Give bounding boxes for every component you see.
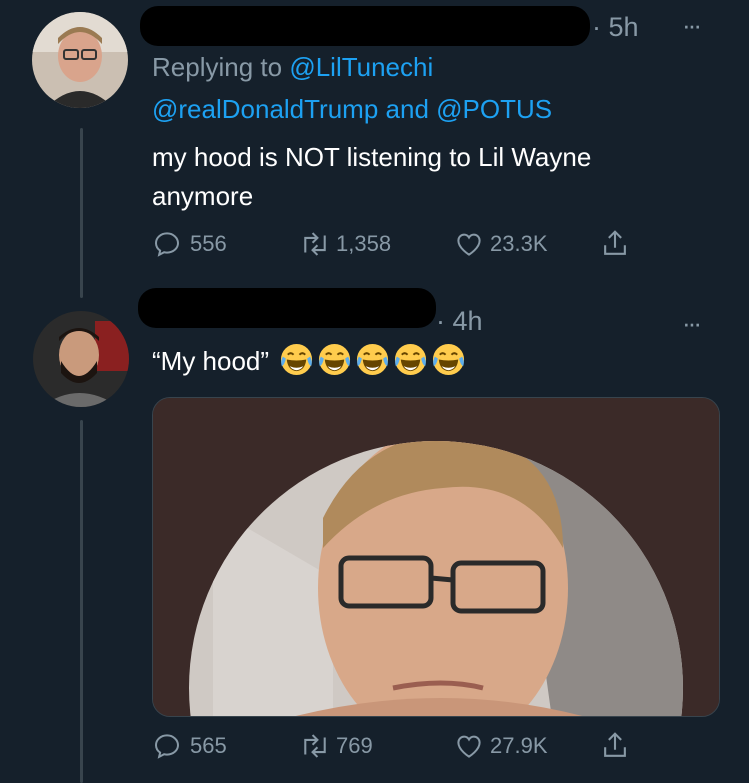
reply-icon xyxy=(154,232,180,257)
tweet-text: my hood is NOT listening to Lil Wayne an… xyxy=(152,138,591,216)
emoji-row xyxy=(276,343,466,376)
tweet-text: “My hood” xyxy=(152,342,466,381)
face-with-tears-of-joy-icon xyxy=(281,343,313,376)
thread-line xyxy=(80,420,83,783)
face-with-tears-of-joy-icon xyxy=(395,343,427,376)
tweet-text-line: “My hood” xyxy=(152,346,270,376)
mention-link[interactable]: @POTUS xyxy=(436,94,552,124)
reply-icon xyxy=(154,734,180,759)
avatar[interactable] xyxy=(32,12,128,108)
like-button[interactable]: 23.3K xyxy=(454,229,600,259)
share-button[interactable] xyxy=(600,730,630,762)
replying-to: Replying to @LilTunechi xyxy=(152,52,433,83)
reply-button[interactable]: 565 xyxy=(152,731,298,761)
like-count: 27.9K xyxy=(490,733,548,758)
replying-to-label: Replying to xyxy=(152,52,283,82)
reply-count: 565 xyxy=(190,733,227,758)
face-with-tears-of-joy-icon xyxy=(433,343,465,376)
share-icon xyxy=(604,732,626,757)
tweet-image[interactable] xyxy=(152,397,720,717)
face-with-tears-of-joy-icon xyxy=(357,343,389,376)
and-label: and xyxy=(385,94,429,124)
more-options-icon[interactable]: ··· xyxy=(682,12,702,38)
heart-icon xyxy=(457,233,481,256)
retweet-icon xyxy=(304,232,326,256)
reply-button[interactable]: 556 xyxy=(152,229,298,259)
retweet-count: 1,358 xyxy=(336,231,392,256)
retweet-button[interactable]: 769 xyxy=(298,731,454,761)
retweet-count: 769 xyxy=(336,733,373,758)
tweet-time[interactable]: · 4h xyxy=(436,306,483,337)
replying-to-line2: @realDonaldTrump and @POTUS xyxy=(152,94,552,125)
avatar[interactable] xyxy=(33,311,129,407)
like-button[interactable]: 27.9K xyxy=(454,731,600,761)
tweet-time[interactable]: · 5h xyxy=(592,12,639,43)
more-options-icon[interactable]: ··· xyxy=(682,310,702,336)
thread-line xyxy=(80,128,83,298)
retweet-icon xyxy=(304,734,326,758)
heart-icon xyxy=(457,735,481,758)
mention-link[interactable]: @LilTunechi xyxy=(289,52,433,82)
mention-link[interactable]: @realDonaldTrump xyxy=(152,94,378,124)
redacted-name xyxy=(138,288,436,328)
face-with-tears-of-joy-icon xyxy=(319,343,351,376)
tweet-actions: 565 769 27.9K xyxy=(152,730,630,762)
redacted-name xyxy=(140,6,590,46)
photo-image xyxy=(153,398,719,716)
tweet-text-line: anymore xyxy=(152,181,254,211)
share-button[interactable] xyxy=(600,228,630,260)
tweet-actions: 556 1,358 23.3K xyxy=(152,228,630,260)
like-count: 23.3K xyxy=(490,231,548,256)
tweet-text-line: my hood is NOT listening to Lil Wayne xyxy=(152,142,592,172)
share-icon xyxy=(604,230,626,255)
retweet-button[interactable]: 1,358 xyxy=(298,229,454,259)
reply-count: 556 xyxy=(190,231,227,256)
